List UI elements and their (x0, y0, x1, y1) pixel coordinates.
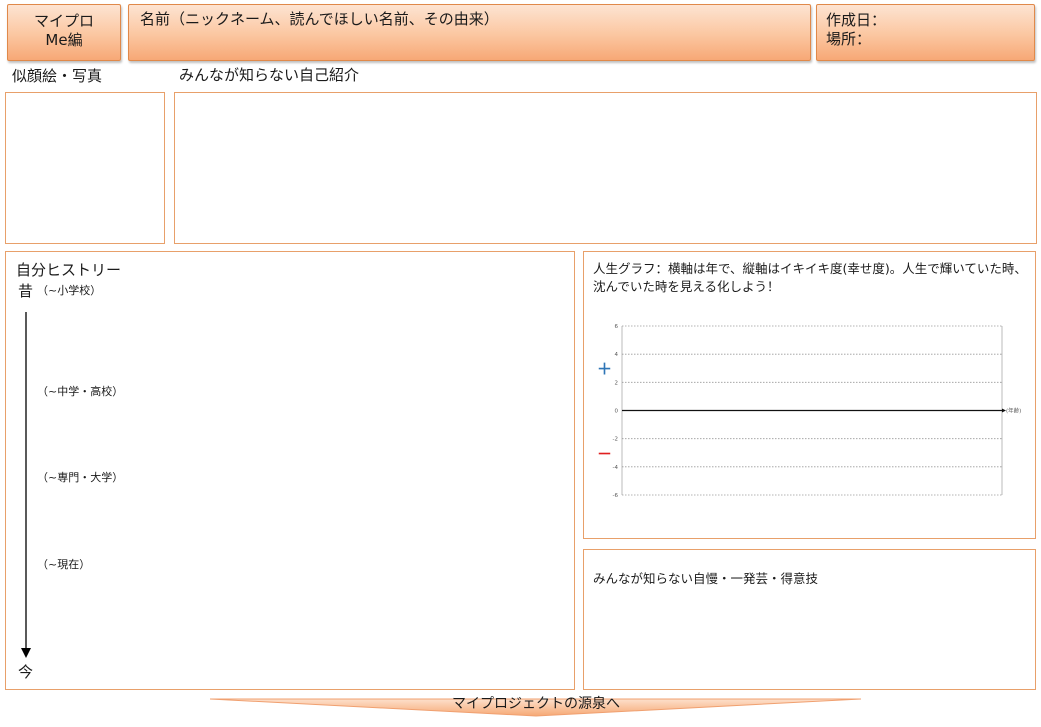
y-tick-label: 6 (615, 324, 619, 330)
life-graph-box[interactable]: 人生グラフ：横軸は年で、縦軸はイキイキ度(幸せ度)。人生で輝いていた時、沈んでい… (583, 251, 1036, 539)
pride-box[interactable]: みんなが知らない自慢・一発芸・得意技 (583, 549, 1036, 690)
y-tick-label: -2 (613, 437, 618, 443)
history-title: 自分ヒストリー (16, 261, 122, 279)
intro-label: みんなが知らない自己紹介 (179, 66, 360, 84)
history-box[interactable]: 自分ヒストリー 昔 （~小学校） （~中学・高校） （~専門・大学） （~現在）… (5, 251, 575, 690)
y-tick-label: 4 (615, 352, 619, 358)
created-date-label: 作成日： (826, 11, 887, 29)
history-end-label: 今 (18, 663, 34, 681)
life-graph-chart: 6 4 2 0 -2 -4 -6 (年齢) (613, 324, 1022, 499)
myproject-badge: マイプロ Me編 (7, 4, 121, 61)
intro-box[interactable] (174, 92, 1037, 244)
stage-university: （~専門・大学） (37, 471, 124, 484)
date-place-field[interactable]: 作成日： 場所： (816, 4, 1035, 61)
y-tick-label: -6 (613, 493, 619, 499)
stage-present: （~現在） (37, 558, 91, 571)
portrait-label: 似顔絵・写真 (12, 67, 103, 85)
history-start-label: 昔 (18, 282, 34, 300)
history-timeline-arrow (21, 312, 31, 658)
portrait-box[interactable] (5, 92, 165, 244)
x-axis-label: (年齢) (1006, 407, 1021, 415)
stage-elementary: （~小学校） (37, 284, 102, 297)
stage-highschool: （~中学・高校） (37, 385, 124, 398)
footer-banner-text: マイプロジェクトの源泉へ (452, 696, 620, 712)
badge-line2: Me編 (45, 31, 83, 49)
pride-label: みんなが知らない自慢・一発芸・得意技 (593, 571, 819, 586)
place-label: 場所： (826, 30, 872, 48)
name-field[interactable]: 名前（ニックネーム、読んでほしい名前、その由来） (128, 4, 811, 61)
badge-line1: マイプロ (33, 12, 94, 30)
y-tick-label: 2 (615, 380, 619, 386)
y-tick-label: 0 (615, 409, 619, 415)
y-tick-label: -4 (613, 465, 619, 471)
name-prompt: 名前（ニックネーム、読んでほしい名前、その由来） (140, 10, 499, 28)
